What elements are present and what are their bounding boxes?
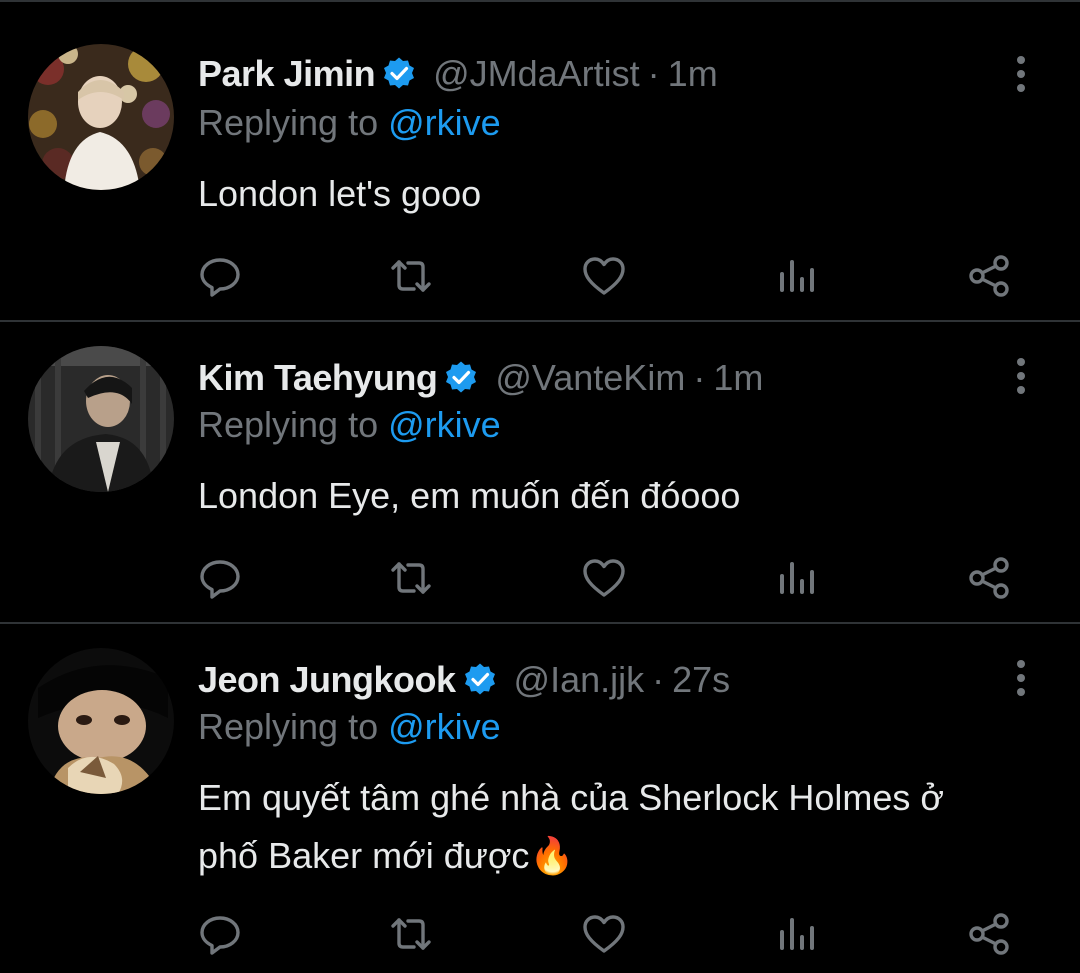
tweet-actions bbox=[0, 910, 1080, 958]
reply-icon[interactable] bbox=[196, 252, 244, 300]
tweet-item[interactable]: Kim Taehyung @VanteKim · 1m Replying to … bbox=[0, 322, 1080, 622]
fire-emoji: 🔥 bbox=[529, 836, 575, 877]
replying-to-label: Replying to bbox=[198, 706, 379, 747]
avatar[interactable] bbox=[28, 44, 174, 190]
replying-to: Replying to @rkive bbox=[198, 706, 501, 748]
user-handle[interactable]: @JMdaArtist bbox=[433, 53, 640, 95]
views-chart-icon[interactable] bbox=[772, 252, 820, 300]
views-chart-icon[interactable] bbox=[772, 554, 820, 602]
avatar[interactable] bbox=[28, 648, 174, 794]
more-vertical-icon[interactable] bbox=[1008, 658, 1034, 698]
reply-icon[interactable] bbox=[196, 554, 244, 602]
user-handle[interactable]: @Ian.jjk bbox=[514, 659, 645, 701]
replying-to-mention[interactable]: @rkive bbox=[388, 706, 501, 747]
verified-badge-icon bbox=[381, 56, 417, 92]
views-chart-icon[interactable] bbox=[772, 910, 820, 958]
tweet-header: Park Jimin @JMdaArtist · 1m bbox=[198, 48, 718, 100]
display-name[interactable]: Park Jimin bbox=[198, 53, 376, 95]
replying-to-mention[interactable]: @rkive bbox=[388, 102, 501, 143]
avatar[interactable] bbox=[28, 346, 174, 492]
replying-to-mention[interactable]: @rkive bbox=[388, 404, 501, 445]
tweet-text-line: Em quyết tâm ghé nhà của Sherlock Holmes… bbox=[198, 777, 944, 818]
tweet-actions bbox=[0, 252, 1080, 300]
retweet-icon[interactable] bbox=[387, 554, 435, 602]
timestamp[interactable]: 1m bbox=[668, 53, 718, 95]
user-handle[interactable]: @VanteKim bbox=[495, 357, 685, 399]
meta-separator: · bbox=[693, 357, 706, 398]
retweet-icon[interactable] bbox=[387, 252, 435, 300]
tweet-text: London let's gooo bbox=[198, 173, 482, 214]
timestamp[interactable]: 27s bbox=[672, 659, 730, 701]
display-name[interactable]: Jeon Jungkook bbox=[198, 659, 456, 701]
tweet-header: Jeon Jungkook @Ian.jjk · 27s bbox=[198, 654, 730, 706]
retweet-icon[interactable] bbox=[387, 910, 435, 958]
tweet-actions bbox=[0, 554, 1080, 602]
replying-to-label: Replying to bbox=[198, 102, 379, 143]
replying-to-label: Replying to bbox=[198, 404, 379, 445]
replying-to: Replying to @rkive bbox=[198, 404, 501, 446]
more-vertical-icon[interactable] bbox=[1008, 54, 1034, 94]
heart-icon[interactable] bbox=[580, 554, 628, 602]
verified-badge-icon bbox=[462, 662, 498, 698]
display-name[interactable]: Kim Taehyung bbox=[198, 357, 438, 399]
tweet-item[interactable]: Jeon Jungkook @Ian.jjk · 27s Replying to… bbox=[0, 624, 1080, 973]
meta-separator: · bbox=[652, 659, 665, 700]
more-vertical-icon[interactable] bbox=[1008, 356, 1034, 396]
replying-to: Replying to @rkive bbox=[198, 102, 501, 144]
tweet-text-line: phố Baker mới được🔥 bbox=[198, 827, 1038, 886]
verified-badge-icon bbox=[443, 360, 479, 396]
tweet-item[interactable]: Park Jimin @JMdaArtist · 1m Replying to … bbox=[0, 0, 1080, 320]
tweet-header: Kim Taehyung @VanteKim · 1m bbox=[198, 352, 763, 404]
heart-icon[interactable] bbox=[580, 910, 628, 958]
share-icon[interactable] bbox=[965, 252, 1013, 300]
share-icon[interactable] bbox=[965, 910, 1013, 958]
timestamp[interactable]: 1m bbox=[713, 357, 763, 399]
heart-icon[interactable] bbox=[580, 252, 628, 300]
share-icon[interactable] bbox=[965, 554, 1013, 602]
tweet-text: Em quyết tâm ghé nhà của Sherlock Holmes… bbox=[198, 769, 1038, 886]
reply-icon[interactable] bbox=[196, 910, 244, 958]
tweet-text-segment: phố Baker mới được bbox=[198, 835, 530, 876]
meta-separator: · bbox=[647, 53, 660, 94]
tweet-text: London Eye, em muốn đến đóooo bbox=[198, 475, 741, 516]
